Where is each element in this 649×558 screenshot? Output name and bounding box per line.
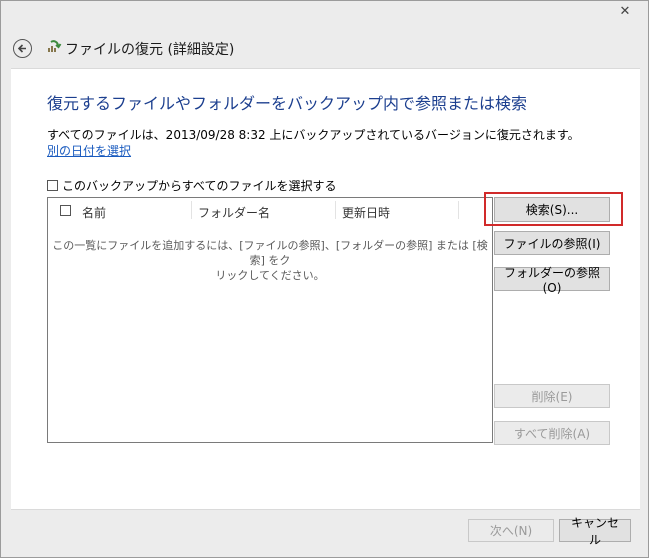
header-checkbox[interactable]: [60, 205, 71, 216]
column-header-modified[interactable]: 更新日時: [342, 204, 390, 221]
empty-list-message: この一覧にファイルを追加するには、[ファイルの参照]、[フォルダーの参照] また…: [48, 238, 492, 283]
checkbox-icon[interactable]: [47, 180, 58, 191]
back-button[interactable]: [13, 39, 32, 58]
empty-message-line: リックしてください。: [215, 269, 325, 282]
back-arrow-icon: [17, 44, 26, 53]
window-title: ファイルの復元 (詳細設定): [65, 42, 235, 58]
empty-message-line: この一覧にファイルを追加するには、[ファイルの参照]、[フォルダーの参照] また…: [52, 239, 488, 267]
column-header-folder[interactable]: フォルダー名: [198, 204, 270, 221]
column-divider: [191, 201, 192, 219]
select-all-checkbox[interactable]: このバックアップからすべてのファイルを選択する: [47, 177, 336, 194]
choose-other-date-link[interactable]: 別の日付を選択: [47, 142, 131, 159]
column-header-name[interactable]: 名前: [82, 204, 106, 221]
browse-folders-button[interactable]: フォルダーの参照(O): [494, 266, 610, 295]
page-heading: 復元するファイルやフォルダーをバックアップ内で参照または検索: [47, 94, 528, 113]
column-divider: [458, 201, 459, 219]
restore-info-text: すべてのファイルは、2013/09/28 8:32 上にバックアップされているバ…: [47, 128, 580, 142]
select-all-label: このバックアップからすべてのファイルを選択する: [62, 179, 337, 193]
column-divider: [335, 201, 336, 219]
search-button[interactable]: 検索(S)...: [494, 197, 610, 222]
close-icon: ✕: [619, 3, 631, 19]
file-list[interactable]: 名前 フォルダー名 更新日時 この一覧にファイルを追加するには、[ファイルの参照…: [47, 197, 493, 443]
delete-button[interactable]: 削除(E): [494, 384, 610, 408]
next-button[interactable]: 次へ(N): [468, 519, 554, 542]
restore-app-icon: [48, 40, 62, 52]
close-button[interactable]: ✕: [610, 1, 640, 21]
restore-files-window: ✕ ファイルの復元 (詳細設定) 復元するファイルやフォルダーをバックアップ内で…: [0, 0, 649, 558]
browse-files-button[interactable]: ファイルの参照(I): [494, 231, 610, 255]
delete-all-button[interactable]: すべて削除(A): [494, 421, 610, 445]
cancel-button[interactable]: キャンセル: [559, 516, 631, 547]
file-list-header: 名前 フォルダー名 更新日時: [48, 198, 492, 222]
